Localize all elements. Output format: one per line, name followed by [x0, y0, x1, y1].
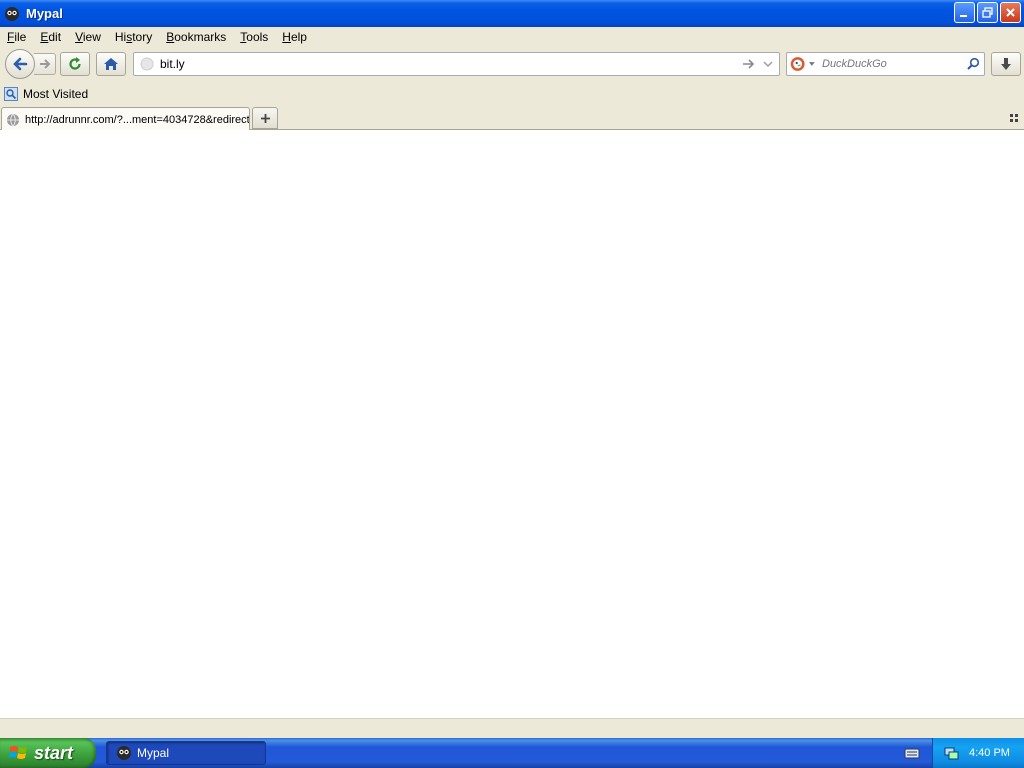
url-input[interactable]	[160, 55, 741, 73]
menu-view[interactable]: View	[68, 30, 108, 44]
title-bar[interactable]: Mypal	[0, 0, 1024, 27]
tab-label: http://adrunnr.com/?...ment=4034728&redi…	[25, 113, 249, 126]
menu-edit[interactable]: Edit	[33, 30, 68, 44]
reload-icon	[69, 57, 81, 70]
menu-file[interactable]: File	[0, 30, 33, 44]
back-button[interactable]	[5, 49, 35, 79]
tab-active[interactable]: http://adrunnr.com/?...ment=4034728&redi…	[1, 107, 250, 131]
grid-icon	[1010, 114, 1018, 122]
duckduckgo-icon	[790, 57, 805, 71]
forward-button[interactable]	[34, 53, 56, 75]
go-button[interactable]	[741, 58, 757, 70]
close-button[interactable]	[1000, 2, 1021, 23]
mypal-app-icon	[5, 6, 19, 21]
system-tray: 4:40 PM	[932, 738, 1024, 768]
back-icon	[13, 57, 28, 71]
menu-bookmarks[interactable]: Bookmarks	[159, 30, 233, 44]
start-button[interactable]: start	[0, 738, 96, 768]
restore-button[interactable]	[977, 2, 998, 23]
chevron-down-icon	[809, 62, 816, 66]
most-visited-icon	[4, 87, 18, 101]
close-icon	[1006, 8, 1015, 17]
bookmark-most-visited[interactable]: Most Visited	[4, 87, 88, 101]
search-engine-button[interactable]	[790, 54, 816, 74]
history-dropdown-button[interactable]	[761, 60, 775, 68]
plus-icon	[260, 113, 270, 123]
keyboard-icon[interactable]	[904, 746, 920, 760]
menu-history[interactable]: History	[108, 30, 159, 44]
restore-icon	[982, 7, 993, 18]
windows-flag-icon	[9, 746, 27, 759]
downloads-icon	[1001, 58, 1011, 70]
menu-file-label: ile	[14, 29, 27, 44]
menu-help[interactable]: Help	[275, 30, 314, 44]
new-tab-button[interactable]	[252, 107, 278, 129]
status-bar	[0, 718, 1024, 738]
downloads-button[interactable]	[991, 52, 1021, 76]
url-bar[interactable]	[133, 52, 780, 76]
minimize-icon	[960, 15, 967, 17]
history-dropdown-icon	[763, 61, 773, 67]
menu-view-label: iew	[82, 29, 101, 44]
menu-help-accesskey: H	[282, 29, 291, 44]
site-identity-icon	[140, 57, 154, 71]
web-content[interactable]	[0, 130, 1024, 718]
go-icon	[743, 59, 755, 69]
start-label: start	[34, 742, 74, 763]
bookmark-label: Most Visited	[23, 87, 89, 101]
taskbar: start Mypal 4:40 PM	[0, 738, 1024, 768]
forward-icon	[39, 59, 50, 69]
window-title: Mypal	[26, 6, 63, 21]
tab-strip: http://adrunnr.com/?...ment=4034728&redi…	[0, 106, 1024, 131]
home-icon	[104, 58, 118, 70]
menu-edit-label: dit	[48, 29, 62, 44]
search-button[interactable]	[965, 57, 980, 71]
menu-tools-label: ools	[246, 29, 269, 44]
network-icon[interactable]	[943, 745, 959, 761]
list-all-tabs-button[interactable]	[1008, 112, 1020, 124]
taskbar-item-label: Mypal	[137, 746, 170, 760]
search-bar[interactable]	[786, 52, 985, 76]
bookmarks-toolbar: Most Visited	[0, 82, 1024, 106]
reload-button[interactable]	[60, 52, 90, 76]
menu-history-label: tory	[132, 29, 153, 44]
home-button[interactable]	[96, 52, 126, 76]
taskbar-item-mypal[interactable]: Mypal	[106, 741, 266, 765]
mypal-task-icon	[117, 746, 131, 760]
navigation-toolbar	[0, 46, 1024, 82]
clock[interactable]: 4:40 PM	[969, 747, 1010, 759]
globe-icon	[7, 113, 19, 127]
menu-view-accesskey: V	[75, 29, 83, 44]
minimize-button[interactable]	[954, 2, 975, 23]
menu-bookmarks-label: ookmarks	[174, 29, 227, 44]
menu-help-label: elp	[290, 29, 307, 44]
menu-tools[interactable]: Tools	[233, 30, 275, 44]
menu-history-label-pre: Hi	[114, 29, 127, 44]
search-input[interactable]	[822, 58, 965, 70]
search-icon	[966, 57, 979, 70]
menu-bar: File Edit View History Bookmarks Tools H…	[0, 27, 1024, 46]
